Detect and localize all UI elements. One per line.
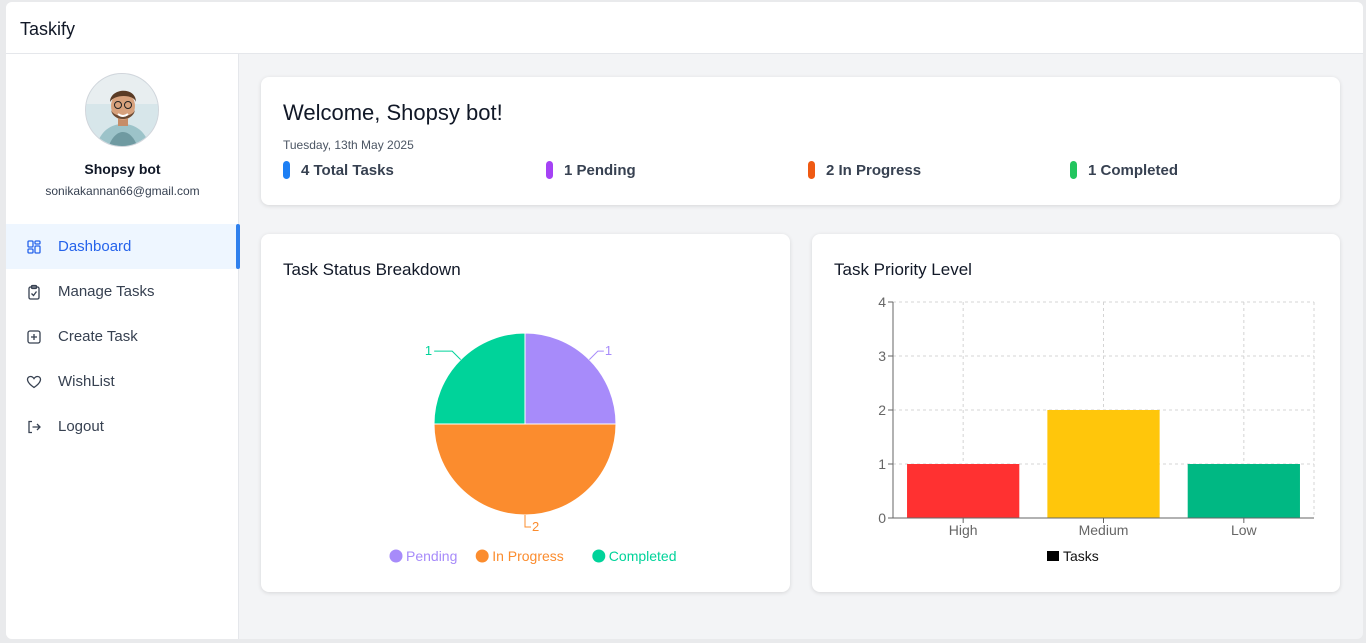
- plus-square-icon: [26, 329, 42, 345]
- sidebar-item-label: WishList: [58, 373, 115, 390]
- legend-label: Completed: [609, 548, 677, 564]
- clipboard-check-icon: [26, 284, 42, 300]
- x-tick-label: Low: [1231, 522, 1258, 538]
- legend-label: In Progress: [492, 548, 564, 564]
- sidebar-item-label: Manage Tasks: [58, 283, 155, 300]
- legend-marker: [1047, 551, 1059, 561]
- legend-marker: [475, 549, 489, 563]
- app-window: Taskify Shopsy bot sonikakannan66@gmail.…: [6, 2, 1363, 639]
- sidebar-item-wishlist[interactable]: WishList: [6, 359, 239, 404]
- legend-label: Pending: [406, 548, 457, 564]
- y-tick-label: 3: [878, 348, 886, 364]
- stat-label: 2 In Progress: [826, 161, 922, 179]
- heart-icon: [26, 374, 42, 390]
- stat-label: 1 Completed: [1088, 161, 1179, 179]
- legend-label: Tasks: [1063, 548, 1099, 564]
- pie-label-line: [524, 515, 531, 528]
- stat-pending: 1 Pending: [546, 161, 636, 179]
- y-tick-label: 2: [878, 402, 886, 418]
- x-tick-label: High: [949, 522, 978, 538]
- y-tick-label: 4: [878, 294, 886, 310]
- top-bar: Taskify: [6, 2, 1363, 54]
- sidebar-menu: Dashboard Manage Tasks Create Task WishL…: [6, 224, 240, 449]
- app-title: Taskify: [20, 19, 76, 39]
- y-tick-label: 0: [878, 510, 886, 526]
- y-tick-label: 1: [878, 456, 886, 472]
- sidebar: Shopsy bot sonikakannan66@gmail.com Dash…: [6, 54, 240, 639]
- sidebar-item-label: Create Task: [58, 328, 138, 345]
- pie-label-line: [588, 350, 604, 361]
- welcome-card: Welcome, Shopsy bot! Tuesday, 13th May 2…: [261, 77, 1340, 205]
- avatar: [85, 73, 159, 147]
- x-tick-label: Medium: [1079, 522, 1129, 538]
- pie-slice-pending: [524, 332, 617, 425]
- sidebar-item-logout[interactable]: Logout: [6, 404, 239, 449]
- task-status-card: Task Status Breakdown 1 2 1 Pending In Progr…: [261, 234, 790, 592]
- bar-high: [907, 464, 1020, 518]
- pie-data-label: 1: [605, 343, 612, 358]
- sidebar-item-dashboard[interactable]: Dashboard: [6, 224, 240, 269]
- stat-indicator: [1070, 161, 1077, 179]
- user-name: Shopsy bot: [84, 161, 161, 177]
- task-priority-bar-chart: High Medium Low 0 1 2 3 4 Tasks: [878, 294, 1315, 564]
- current-date: Tuesday, 13th May 2025: [283, 138, 414, 152]
- sidebar-item-create-task[interactable]: Create Task: [6, 314, 239, 359]
- task-priority-card: Task Priority Level High Medium Low 0 1 2 3 4 Ta…: [812, 234, 1340, 592]
- stat-in-progress: 2 In Progress: [808, 161, 921, 179]
- legend-marker: [389, 549, 403, 563]
- bar-medium: [1047, 410, 1160, 518]
- pie-data-label: 1: [425, 343, 432, 358]
- pie-slice-in-progress: [433, 423, 617, 516]
- stat-total-tasks: 4 Total Tasks: [283, 161, 394, 179]
- welcome-heading: Welcome, Shopsy bot!: [283, 100, 503, 125]
- stat-label: 4 Total Tasks: [301, 161, 394, 179]
- stat-indicator: [808, 161, 815, 179]
- dashboard-icon: [26, 239, 42, 255]
- sidebar-item-manage-tasks[interactable]: Manage Tasks: [6, 269, 239, 314]
- bar-low: [1187, 464, 1300, 518]
- sidebar-item-label: Logout: [58, 418, 104, 435]
- logout-icon: [26, 419, 42, 435]
- stat-indicator: [546, 161, 553, 179]
- sidebar-item-label: Dashboard: [58, 238, 132, 255]
- pie-slice-completed: [433, 332, 526, 425]
- pie-data-label: 2: [532, 519, 539, 534]
- stat-completed: 1 Completed: [1070, 161, 1178, 179]
- pie-label-line: [434, 350, 462, 361]
- user-email: sonikakannan66@gmail.com: [45, 184, 200, 198]
- stat-label: 1 Pending: [564, 161, 636, 179]
- task-status-pie-chart: 1 2 1 Pending In Progress Completed: [389, 332, 677, 564]
- legend-marker: [592, 549, 606, 563]
- stat-indicator: [283, 161, 290, 179]
